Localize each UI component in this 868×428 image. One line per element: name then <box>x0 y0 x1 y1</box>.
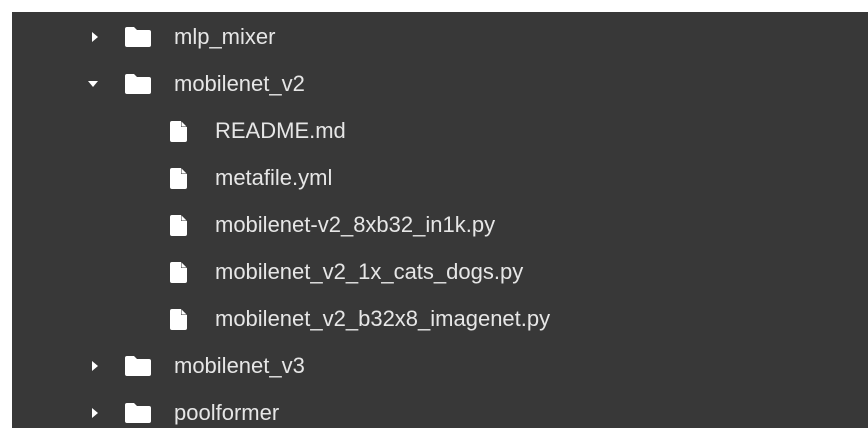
tree-item-label: mlp_mixer <box>174 24 276 49</box>
file-icon <box>170 214 188 237</box>
tree-item-mobilenet-v2-1x-cats-dogs[interactable]: mobilenet_v2_1x_cats_dogs.py <box>12 249 868 295</box>
chevron-right-icon[interactable] <box>88 30 102 44</box>
tree-item-mobilenet-v3[interactable]: mobilenet_v3 <box>12 343 868 389</box>
tree-item-label: mobilenet_v2_1x_cats_dogs.py <box>215 259 524 284</box>
file-icon <box>170 120 188 143</box>
tree-item-label: mobilenet_v2 <box>174 71 305 96</box>
folder-icon <box>124 73 152 95</box>
tree-item-label: README.md <box>215 118 346 143</box>
chevron-down-icon[interactable] <box>86 77 100 91</box>
tree-item-label: mobilenet_v3 <box>174 353 305 378</box>
chevron-right-icon[interactable] <box>88 359 102 373</box>
tree-item-label: poolformer <box>174 400 280 425</box>
file-icon <box>170 308 188 331</box>
folder-icon <box>124 402 152 424</box>
folder-icon <box>124 26 152 48</box>
tree-item-label: mobilenet_v2_b32x8_imagenet.py <box>215 306 551 331</box>
tree-item-mobilenet-v2-8xb32-in1k[interactable]: mobilenet-v2_8xb32_in1k.py <box>12 202 868 248</box>
file-icon <box>170 167 188 190</box>
file-icon <box>170 261 188 284</box>
tree-item-mobilenet-v2[interactable]: mobilenet_v2 <box>12 61 868 107</box>
folder-icon <box>124 355 152 377</box>
tree-item-metafile[interactable]: metafile.yml <box>12 155 868 201</box>
tree-item-mlp-mixer[interactable]: mlp_mixer <box>12 14 868 60</box>
tree-item-poolformer[interactable]: poolformer <box>12 390 868 428</box>
tree-item-label: mobilenet-v2_8xb32_in1k.py <box>215 212 496 237</box>
chevron-right-icon[interactable] <box>88 406 102 420</box>
tree-item-readme[interactable]: README.md <box>12 108 868 154</box>
file-browser-panel: mlp_mixer mobilenet_v2 README.md metafil… <box>12 12 868 428</box>
tree-item-label: metafile.yml <box>215 165 333 190</box>
tree-item-mobilenet-v2-b32x8-imagenet[interactable]: mobilenet_v2_b32x8_imagenet.py <box>12 296 868 342</box>
